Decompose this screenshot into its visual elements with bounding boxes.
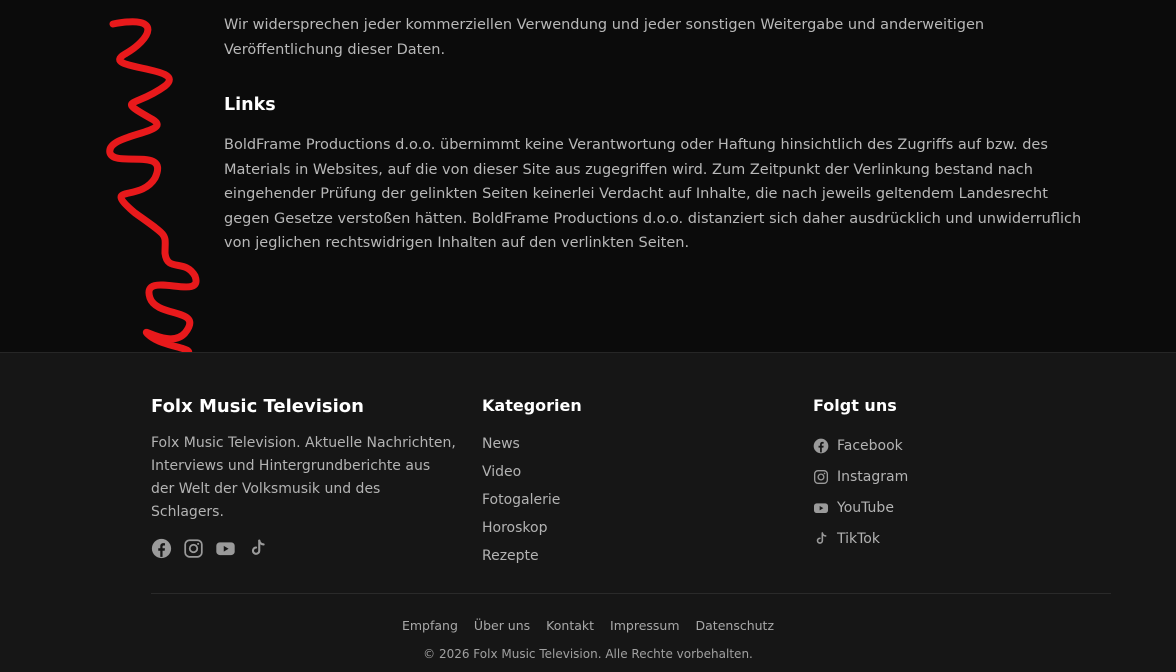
category-link-news[interactable]: News: [482, 430, 732, 458]
category-link-horoskop[interactable]: Horoskop: [482, 514, 732, 542]
copyright-text: © 2026 Folx Music Television. Alle Recht…: [423, 647, 753, 661]
footer-social-column: Folgt uns Facebook Instagram YouTube Tik…: [813, 396, 1063, 554]
youtube-icon: [814, 502, 828, 513]
footer-divider: [151, 593, 1111, 594]
footer-link-kontakt[interactable]: Kontakt: [546, 618, 594, 633]
footer-bottom-nav: Empfang Über uns Kontakt Impressum Daten…: [0, 618, 1176, 633]
social-link-tiktok[interactable]: TikTok: [813, 523, 1063, 554]
facebook-icon: [813, 438, 829, 453]
categories-list: News Video Fotogalerie Horoskop Rezepte: [482, 430, 732, 570]
red-squiggle-decoration: [106, 18, 200, 363]
social-link-label: Facebook: [837, 437, 903, 454]
tiktok-icon[interactable]: [247, 538, 268, 559]
categories-title: Kategorien: [482, 396, 582, 415]
instagram-icon[interactable]: [183, 538, 204, 559]
social-title: Folgt uns: [813, 396, 897, 415]
social-link-label: Instagram: [837, 468, 909, 485]
paragraph-links-disclaimer: BoldFrame Productions d.o.o. übernimmt k…: [224, 137, 1082, 251]
tiktok-icon: [816, 531, 827, 544]
footer-brand-title: Folx Music Television: [151, 396, 364, 417]
youtube-icon[interactable]: [215, 538, 236, 559]
footer-brand-column: Folx Music Television Folx Music Televis…: [151, 395, 456, 559]
facebook-icon[interactable]: [151, 538, 172, 559]
footer-categories-column: Kategorien News Video Fotogalerie Horosk…: [482, 396, 732, 570]
footer-link-ueber-uns[interactable]: Über uns: [474, 618, 530, 633]
category-link-fotogalerie[interactable]: Fotogalerie: [482, 486, 732, 514]
social-link-instagram[interactable]: Instagram: [813, 461, 1063, 492]
category-link-rezepte[interactable]: Rezepte: [482, 542, 732, 570]
footer-link-impressum[interactable]: Impressum: [610, 618, 679, 633]
instagram-icon: [814, 469, 828, 484]
footer-social-icons: [151, 538, 456, 559]
site-footer: Folx Music Television Folx Music Televis…: [0, 352, 1176, 672]
category-link-video[interactable]: Video: [482, 458, 732, 486]
footer-link-empfang[interactable]: Empfang: [402, 618, 458, 633]
social-link-facebook[interactable]: Facebook: [813, 430, 1063, 461]
social-link-youtube[interactable]: YouTube: [813, 492, 1063, 523]
social-link-label: YouTube: [837, 499, 894, 516]
footer-brand-description: Folx Music Television. Aktuelle Nachrich…: [151, 435, 456, 520]
links-heading: Links: [224, 95, 276, 115]
social-list: Facebook Instagram YouTube TikTok: [813, 430, 1063, 554]
paragraph-data-usage: Wir widersprechen jeder kommerziellen Ve…: [224, 17, 985, 58]
social-link-label: TikTok: [837, 530, 880, 547]
legal-content: Wir widersprechen jeder kommerziellen Ve…: [0, 0, 1176, 363]
footer-link-datenschutz[interactable]: Datenschutz: [696, 618, 775, 633]
